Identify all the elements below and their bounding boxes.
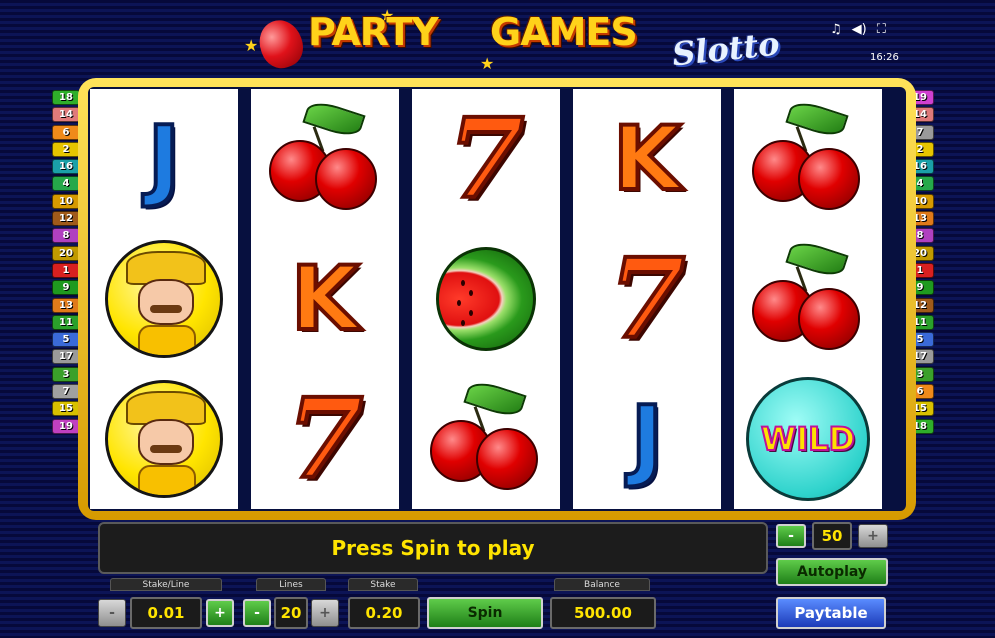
line-number-badge: 13: [52, 297, 80, 313]
line-number-badge: 9: [52, 280, 80, 296]
sheriff-icon: [105, 380, 223, 498]
line-number-badge: 10: [52, 193, 80, 209]
lines-decrease-button[interactable]: -: [243, 599, 271, 627]
symbol-seven: 7: [285, 374, 366, 503]
wild-symbol: WILD: [746, 377, 870, 501]
reel-cell: K: [251, 229, 399, 369]
reel-cell: [90, 369, 238, 509]
logo-word-slotto: Slotto: [670, 24, 782, 74]
cherries-icon: [265, 97, 385, 214]
lines-value: 20: [274, 597, 308, 629]
reel-cell: 7: [412, 89, 560, 229]
line-number-badge: 18: [52, 90, 80, 105]
line-number-badge: 4: [52, 176, 80, 192]
sheriff-icon: [105, 240, 223, 358]
line-number-badge: 6: [52, 124, 80, 140]
line-number-badge: 12: [52, 211, 80, 227]
reel-cell: 7: [573, 229, 721, 369]
symbol-k: K: [289, 247, 361, 350]
watermelon-icon: [436, 247, 536, 351]
stake-line-decrease-button[interactable]: -: [98, 599, 126, 627]
slot-game-screen: ★ ★ ★ PARTY GAMES Slotto ♫ ◀) ⛶ 16:26 18…: [0, 0, 995, 638]
reel-cell: [734, 229, 882, 369]
minus-label: -: [788, 528, 794, 544]
line-number-badge: 3: [52, 366, 80, 382]
lines-increase-button[interactable]: +: [311, 599, 339, 627]
reel-cell: [251, 89, 399, 229]
stake-line-value: 0.01: [130, 597, 202, 629]
reel-cell: 7: [251, 369, 399, 509]
balance-label: Balance: [554, 578, 650, 591]
minus-label: -: [254, 605, 260, 621]
reels-area: J K 7 7 K 7 J WILD: [88, 87, 906, 511]
line-number-badge: 7: [52, 384, 80, 400]
autoplay-button[interactable]: Autoplay: [776, 558, 888, 586]
autoplay-decrease-button[interactable]: -: [776, 524, 806, 548]
line-number-badge: 5: [52, 332, 80, 348]
reel-3: 7: [412, 89, 560, 509]
line-number-badge: 8: [52, 228, 80, 244]
line-number-badge: 19: [52, 418, 80, 434]
symbol-seven: 7: [607, 234, 688, 363]
header-icons: ♫ ◀) ⛶: [830, 22, 886, 37]
reel-cell: J: [90, 89, 238, 229]
sound-icon[interactable]: ◀): [852, 22, 867, 37]
reel-cell: [734, 89, 882, 229]
star-icon: ★: [480, 54, 495, 73]
star-icon: ★: [244, 36, 259, 55]
reel-2: K7: [251, 89, 399, 509]
symbol-seven: 7: [446, 94, 527, 223]
line-number-badge: 1: [52, 262, 80, 278]
reel-4: K 7 J: [573, 89, 721, 509]
status-message: Press Spin to play: [98, 522, 768, 574]
plus-label: +: [867, 528, 879, 544]
stake-value: 0.20: [348, 597, 420, 629]
symbol-k: K: [611, 107, 683, 210]
lines-label: Lines: [256, 578, 326, 591]
reel-5: WILD: [734, 89, 882, 509]
line-number-badge: 2: [52, 141, 80, 157]
line-number-badge: 17: [52, 349, 80, 365]
line-number-badge: 20: [52, 245, 80, 261]
reel-cell: [412, 229, 560, 369]
clock: 16:26: [870, 52, 899, 63]
line-number-badge: 15: [52, 401, 80, 417]
symbol-j: J: [629, 387, 666, 490]
reel-cell: [412, 369, 560, 509]
spin-button[interactable]: Spin: [427, 597, 543, 629]
cherries-icon: [748, 97, 868, 214]
reel-1: J: [90, 89, 238, 509]
stake-line-label: Stake/Line: [110, 578, 222, 591]
symbol-j: J: [146, 107, 183, 210]
fullscreen-icon[interactable]: ⛶: [877, 22, 886, 37]
logo-word-games: GAMES: [490, 10, 638, 54]
logo-word-party: PARTY: [308, 10, 439, 54]
reels-frame: J K 7 7 K 7 J WILD: [78, 78, 916, 520]
balance-value: 500.00: [550, 597, 656, 629]
cherries-icon: [748, 237, 868, 354]
game-logo: ★ ★ ★ PARTY GAMES Slotto: [240, 2, 800, 80]
plus-label: +: [319, 605, 331, 621]
reel-cell: K: [573, 89, 721, 229]
music-icon[interactable]: ♫: [830, 22, 842, 37]
wild-label: WILD: [760, 419, 856, 459]
plus-label: +: [214, 605, 226, 621]
line-number-badge: 11: [52, 314, 80, 330]
minus-label: -: [109, 605, 115, 621]
reel-cell: WILD: [734, 369, 882, 509]
cherries-icon: [426, 377, 546, 494]
line-number-badge: 16: [52, 159, 80, 175]
reel-cell: [90, 229, 238, 369]
autoplay-increase-button[interactable]: +: [858, 524, 888, 548]
paytable-button[interactable]: Paytable: [776, 597, 886, 629]
reel-cell: J: [573, 369, 721, 509]
line-number-badge: 14: [52, 107, 80, 123]
stake-line-increase-button[interactable]: +: [206, 599, 234, 627]
line-badges-left: 18 14 6 2 16 4 10 12 8 20 1 9 13 11 5 17 3 7 15 19: [52, 90, 80, 436]
autoplay-count: 50: [812, 522, 852, 550]
stake-label: Stake: [348, 578, 418, 591]
strawberry-icon: [253, 14, 309, 74]
